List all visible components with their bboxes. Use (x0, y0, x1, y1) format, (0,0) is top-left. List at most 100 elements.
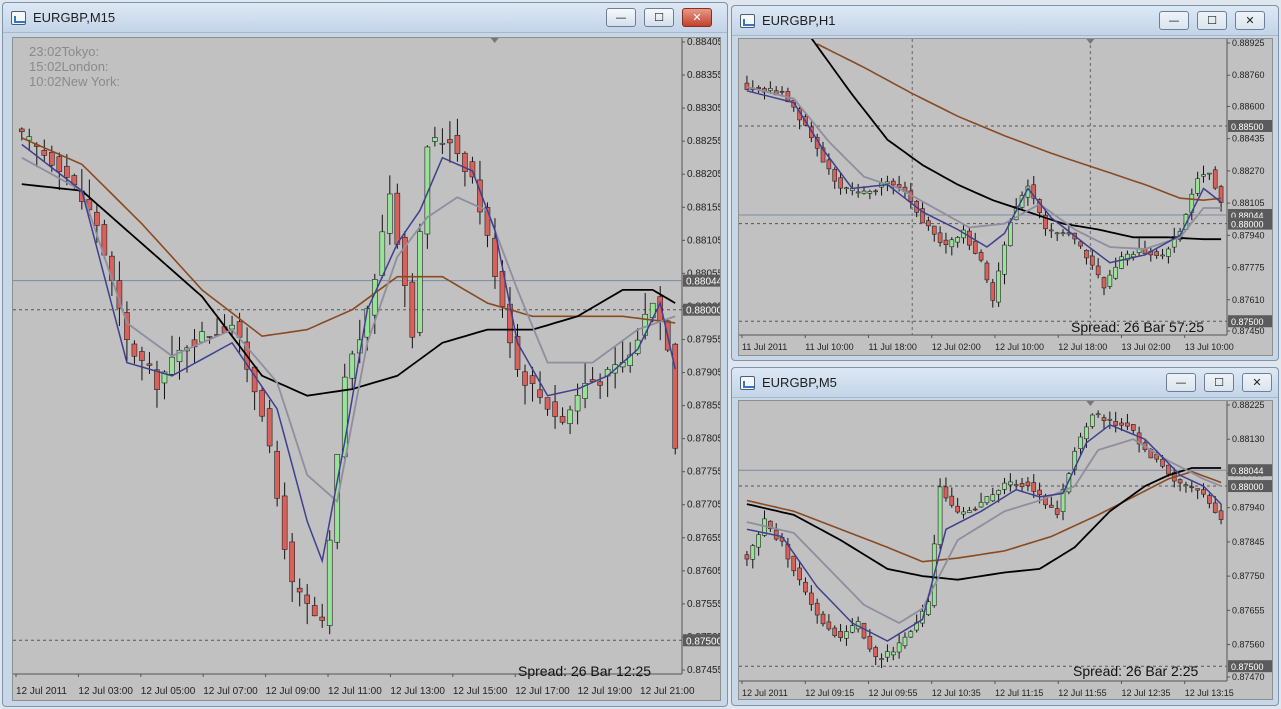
candle-body (432, 137, 438, 142)
chart-window-m15[interactable]: EURGBP,M15 — ☐ ✕ 0.88405 0.88355 0.88305 0.… (2, 2, 728, 707)
candle-body (1119, 256, 1124, 269)
time-tick-label: 12 Jul 2011 (16, 686, 67, 697)
candle-body (931, 225, 937, 235)
time-tick-label: 12 Jul 18:00 (1058, 342, 1107, 352)
candle-body (955, 237, 960, 243)
price-tick-label: 0.87805 (687, 434, 721, 445)
candle-body (1130, 254, 1136, 258)
candle-body (349, 353, 356, 379)
close-button[interactable]: ✕ (682, 8, 712, 27)
candle-body (1078, 436, 1083, 449)
candle-body (949, 495, 955, 506)
time-tick-label: 12 Jul 11:55 (1058, 688, 1106, 698)
chart-canvas[interactable]: 0.882250.881300.880350.879400.878450.877… (738, 400, 1273, 700)
candle-body (967, 510, 972, 513)
candle-body (289, 541, 295, 583)
price-tick-label: 0.88105 (687, 235, 721, 246)
candle-body (56, 156, 63, 172)
candle-body (978, 252, 984, 261)
candle-body (1189, 486, 1195, 489)
time-tick-label: 12 Jul 10:35 (932, 688, 981, 698)
price-tag-label: 0.88000 (1231, 220, 1264, 230)
time-tick-label: 12 Jul 09:00 (266, 686, 321, 697)
candle-body (1095, 413, 1101, 416)
candle-body (826, 621, 832, 630)
candle-body (394, 192, 401, 245)
candle-body (820, 613, 826, 625)
title-bar[interactable]: EURGBP,M5 — ☐ ✕ (732, 368, 1278, 398)
chart-window-h1[interactable]: EURGBP,H1 — ☐ ✕ 0.88925 0.88760 0.88600 0.8… (731, 5, 1279, 361)
candle-body (1049, 504, 1054, 508)
candle-body (1025, 481, 1031, 486)
title-bar[interactable]: EURGBP,H1 — ☐ ✕ (732, 6, 1278, 36)
chart-svg-h1: 0.88925 0.88760 0.88600 0.88435 0.88270 0.881… (739, 39, 1272, 352)
price-tick-label: 0.88155 (687, 202, 721, 213)
price-tick-label: 0.87750 (1232, 571, 1265, 581)
candle-body (1107, 274, 1113, 287)
price-tick-label: 0.87755 (687, 467, 721, 478)
time-tick-label: 12 Jul 11:00 (328, 686, 382, 697)
candle-body (984, 496, 990, 504)
candle-body (890, 651, 896, 656)
session-city: Tokyo: (61, 44, 100, 59)
chart-canvas[interactable]: 0.88405 0.88355 0.88305 0.88255 0.88205 0.881… (12, 37, 721, 701)
time-tick-label: 11 Jul 10:00 (805, 342, 853, 352)
ma-mid-line (746, 438, 1222, 625)
candle-body (867, 635, 873, 650)
candle-body (206, 336, 213, 338)
candle-body (1130, 424, 1136, 431)
price-tick-label: 0.88405 (687, 38, 721, 48)
maximize-button[interactable]: ☐ (644, 8, 674, 27)
close-button[interactable]: ✕ (1242, 373, 1272, 392)
session-tokyo: 23:02Tokyo: (29, 44, 120, 59)
candle-body (768, 88, 773, 91)
candle-body (296, 587, 303, 593)
minimize-button[interactable]: — (1159, 11, 1189, 30)
candle-body (1154, 251, 1159, 256)
candle-body (809, 592, 814, 605)
candle-body (1160, 458, 1165, 467)
candle-body (439, 142, 446, 145)
candle-body (902, 636, 908, 647)
candle-body (567, 409, 573, 424)
candle-body (1177, 479, 1183, 484)
close-button[interactable]: ✕ (1235, 11, 1265, 30)
candle-body (1084, 426, 1089, 440)
candle-body (574, 395, 581, 412)
maximize-button[interactable]: ☐ (1204, 373, 1234, 392)
candle-body (803, 581, 808, 593)
candle-body (1207, 495, 1212, 504)
minimize-button[interactable]: — (606, 8, 636, 27)
candle-body (259, 390, 265, 417)
chart-canvas[interactable]: 0.88925 0.88760 0.88600 0.88435 0.88270 0.881… (738, 38, 1273, 356)
candle-body (814, 602, 820, 616)
candle-body (409, 281, 416, 338)
candle-body (169, 356, 175, 375)
shift-marker (1086, 39, 1095, 44)
candle-body (281, 495, 288, 550)
chart-window-icon (740, 376, 755, 390)
candle-body (972, 240, 978, 254)
minimize-button[interactable]: — (1166, 373, 1196, 392)
title-bar[interactable]: EURGBP,M15 — ☐ ✕ (3, 3, 727, 33)
chart-window-m5[interactable]: EURGBP,M5 — ☐ ✕ 0.882250.881300.880350.8… (731, 367, 1279, 706)
candle-body (961, 511, 966, 515)
candle-body (454, 135, 461, 155)
candle-body (1212, 169, 1218, 189)
price-tick-label: 0.87940 (1232, 503, 1265, 513)
time-tick-label: 12 Jul 19:00 (578, 686, 633, 697)
candle-body (756, 87, 761, 90)
candle-body (844, 187, 849, 190)
candle-body (319, 616, 326, 621)
candle-body (943, 239, 949, 245)
time-tick-label: 12 Jul 2011 (742, 688, 788, 698)
price-tick-label: 0.87655 (1232, 605, 1265, 615)
candle-body (949, 239, 955, 248)
candle-body (908, 631, 914, 638)
price-tick-label: 0.88205 (687, 169, 721, 180)
ma-mid-line (746, 86, 1222, 250)
candle-body (1183, 484, 1189, 487)
maximize-button[interactable]: ☐ (1197, 11, 1227, 30)
candle-body (978, 501, 984, 508)
candle-body (990, 282, 996, 301)
